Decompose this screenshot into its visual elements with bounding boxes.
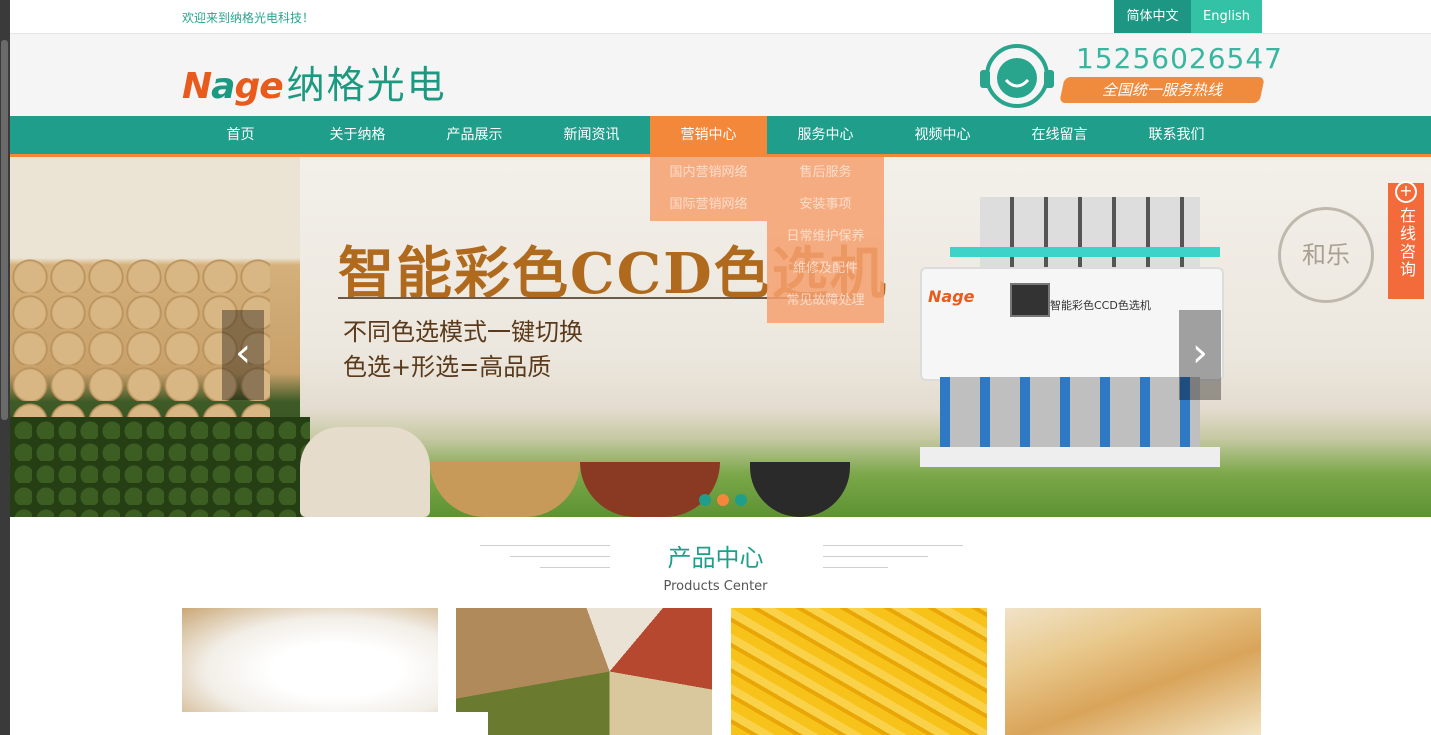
- products-title: 产品中心: [667, 544, 764, 572]
- nav-item-home[interactable]: 首页: [182, 116, 299, 154]
- scrollbar[interactable]: [1, 40, 8, 420]
- nav-item-marketing[interactable]: 营销中心: [650, 116, 767, 154]
- dropdown-item-repair-parts[interactable]: 维修及配件: [767, 253, 884, 285]
- welcome-text: 欢迎来到纳格光电科技！: [182, 11, 315, 25]
- lang-chinese-button[interactable]: 简体中文: [1114, 0, 1191, 33]
- hotline-number: 15256026547: [1076, 42, 1283, 75]
- product-card-beans[interactable]: [456, 608, 712, 735]
- logo-english: Nage: [182, 66, 284, 107]
- dropdown-item-domestic-network[interactable]: 国内营销网络: [650, 157, 767, 189]
- hotline-label: 全国统一服务热线: [1059, 77, 1265, 103]
- machine-base: [920, 447, 1220, 467]
- slide-dot-3[interactable]: [735, 494, 747, 506]
- machine-screen: [1010, 283, 1050, 317]
- slide-dot-1[interactable]: [699, 494, 711, 506]
- nav-item-message[interactable]: 在线留言: [1001, 116, 1118, 154]
- header: Nage 纳格光电 15256026547 全国统一服务热线: [10, 34, 1431, 116]
- slide-dot-2[interactable]: [717, 494, 729, 506]
- main-nav: 首页 关于纳格 产品展示 新闻资讯 营销中心 服务中心 视频中心 在线留言 联系…: [10, 116, 1431, 157]
- bowl-grain: [430, 462, 580, 517]
- machine-label: 智能彩色CCD色选机: [1050, 299, 1151, 312]
- next-slide-button[interactable]: ›: [1179, 310, 1221, 400]
- online-consult-button[interactable]: + 在线咨询: [1388, 181, 1424, 299]
- dropdown-item-international-network[interactable]: 国际营销网络: [650, 189, 767, 221]
- mung-beans-image: [10, 417, 310, 517]
- product-card-wheat[interactable]: [1005, 608, 1261, 735]
- seal-decoration: 和乐: [1278, 207, 1374, 303]
- logo-letters-ge: ge: [234, 66, 283, 107]
- dropdown-item-troubleshooting[interactable]: 常见故障处理: [767, 285, 884, 317]
- consult-label: 在线咨询: [1397, 207, 1416, 279]
- bowl-black-beans: [750, 462, 850, 517]
- logo-letter-n: N: [182, 66, 212, 107]
- hotline-label-text: 全国统一服务热线: [1101, 81, 1222, 99]
- logo-chinese: 纳格光电: [286, 63, 447, 107]
- dropdown-item-installation[interactable]: 安装事项: [767, 189, 884, 221]
- machine-brand: Nage: [928, 287, 975, 306]
- lang-english-button[interactable]: English: [1191, 0, 1262, 33]
- product-card-corn[interactable]: [731, 608, 987, 735]
- dropdown-item-after-sales[interactable]: 售后服务: [767, 157, 884, 189]
- top-bar: 欢迎来到纳格光电科技！ 简体中文 English: [10, 0, 1431, 34]
- nav-item-about[interactable]: 关于纳格: [299, 116, 416, 154]
- headset-icon: [980, 44, 1054, 108]
- nav-item-news[interactable]: 新闻资讯: [533, 116, 650, 154]
- product-card-rice[interactable]: [182, 608, 438, 712]
- nav-item-service[interactable]: 服务中心: [767, 116, 884, 154]
- grain-sack: [300, 427, 430, 517]
- slide-dots: [696, 491, 750, 510]
- dropdown-item-maintenance[interactable]: 日常维护保养: [767, 221, 884, 253]
- browser-left-edge: [0, 0, 10, 735]
- banner-subtitle-1: 不同色选模式一键切换: [343, 318, 583, 346]
- prev-slide-button[interactable]: ‹: [222, 310, 264, 400]
- logo-letter-a: a: [211, 66, 235, 107]
- products-subtitle: Products Center: [663, 579, 768, 594]
- overlay-strip: [10, 712, 488, 735]
- dropdown-service: 售后服务 安装事项 日常维护保养 维修及配件 常见故障处理: [767, 157, 884, 323]
- logo[interactable]: Nage 纳格光电: [182, 54, 447, 107]
- plus-icon: +: [1395, 181, 1417, 203]
- dropdown-marketing: 国内营销网络 国际营销网络: [650, 157, 767, 221]
- machine-frame: [950, 247, 1220, 257]
- nav-item-contact[interactable]: 联系我们: [1118, 116, 1235, 154]
- nav-item-products[interactable]: 产品展示: [416, 116, 533, 154]
- products-section-title: 产品中心 Products Center: [0, 538, 1431, 594]
- machine-chutes: [940, 377, 1200, 447]
- nav-item-video[interactable]: 视频中心: [884, 116, 1001, 154]
- banner-subtitle-2: 色选+形选=高品质: [343, 353, 552, 381]
